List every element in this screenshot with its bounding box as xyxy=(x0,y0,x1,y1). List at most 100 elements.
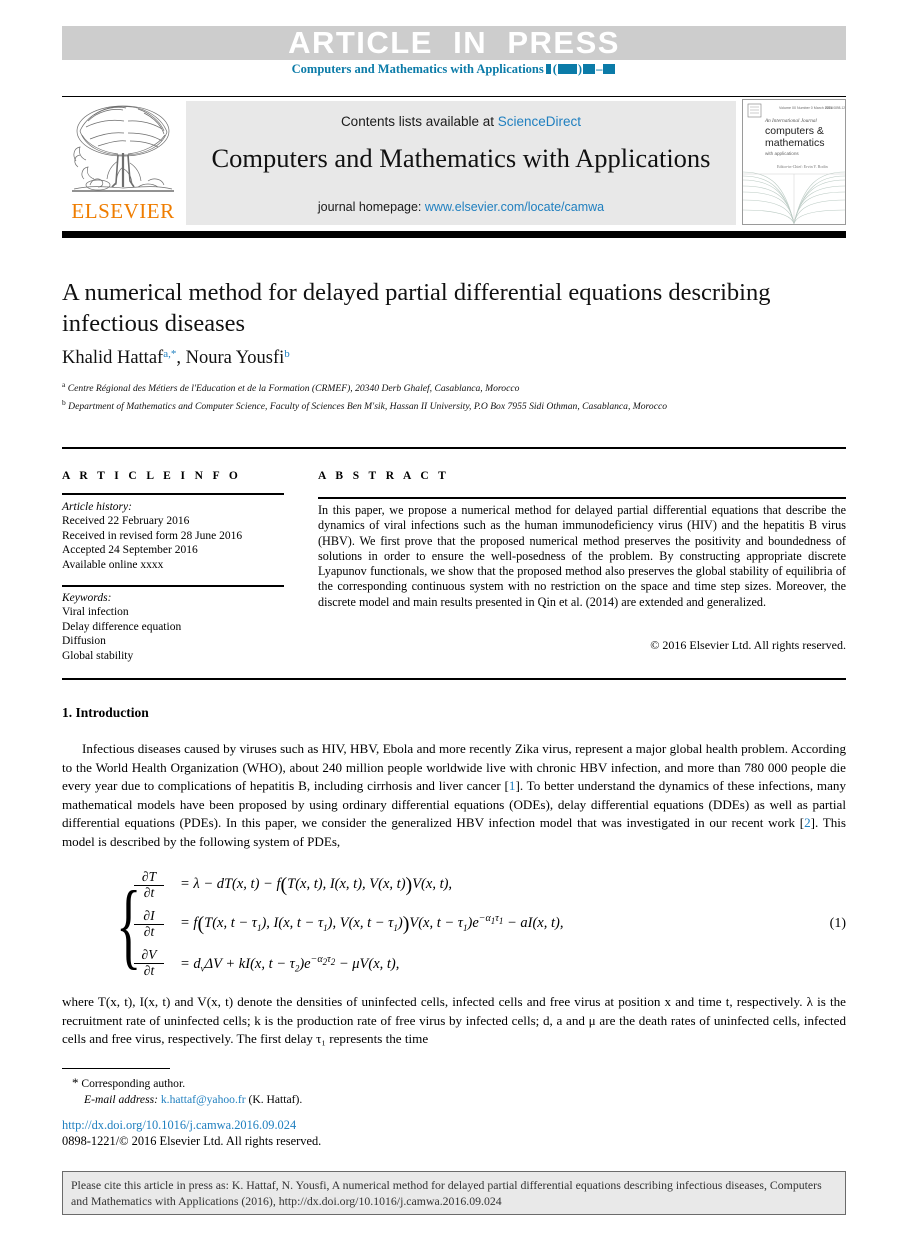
email-line: E-mail address: k.hattaf@yahoo.fr (K. Ha… xyxy=(72,1092,572,1108)
journal-cover-artwork: Volume 00 Number 0 March 2016 ISSN 0898-… xyxy=(743,100,845,224)
equation-row-2: ∂I ∂t = f(T(x, t − τ1), I(x, t − τ1), V(… xyxy=(134,905,834,944)
eq2-pre: = f xyxy=(180,915,198,931)
cite-this-article-box: Please cite this article in press as: K.… xyxy=(62,1171,846,1215)
affiliation-a: a Centre Régional des Métiers de l'Educa… xyxy=(62,378,802,396)
running-journal-reference: Computers and Mathematics with Applicati… xyxy=(62,62,846,77)
equation-1-block: { ∂T ∂t = λ − dT(x, t) − f(T(x, t), I(x,… xyxy=(62,866,846,984)
running-journal-title: Computers and Mathematics with Applicati… xyxy=(291,62,544,76)
section-heading-introduction: 1. Introduction xyxy=(62,705,149,720)
affiliation-a-text: Centre Régional des Métiers de l'Educati… xyxy=(67,383,520,395)
email-owner: (K. Hattaf). xyxy=(248,1092,303,1106)
svg-text:computers &: computers & xyxy=(765,125,824,137)
keyword-item: Delay difference equation xyxy=(62,620,182,633)
doi-link[interactable]: http://dx.doi.org/10.1016/j.camwa.2016.0… xyxy=(62,1118,296,1133)
abstract-copyright: © 2016 Elsevier Ltd. All rights reserved… xyxy=(650,638,846,652)
svg-text:ISSN 0898-1221: ISSN 0898-1221 xyxy=(825,106,845,110)
author-1-affiliation-mark[interactable]: a,* xyxy=(163,348,176,360)
journal-homepage-line: journal homepage: www.elsevier.com/locat… xyxy=(186,200,736,214)
masthead-top-rule xyxy=(62,96,846,97)
author-2-name: Noura Yousfi xyxy=(185,348,285,368)
equation-row-2-rhs: = f(T(x, t − τ1), I(x, t − τ1), V(x, t −… xyxy=(180,913,563,936)
journal-homepage-link[interactable]: www.elsevier.com/locate/camwa xyxy=(425,200,604,214)
article-info-heading: A R T I C L E I N F O xyxy=(62,470,242,482)
keywords-label: Keywords: xyxy=(62,592,112,604)
corresponding-author-text: Corresponding author. xyxy=(81,1077,186,1090)
equation-row-1: ∂T ∂t = λ − dT(x, t) − f(T(x, t), I(x, t… xyxy=(134,866,834,905)
introduction-paragraph-2: where T(x, t), I(x, t) and V(x, t) denot… xyxy=(62,994,846,1046)
elsevier-tree-icon xyxy=(72,105,174,192)
redacted-issue-block xyxy=(557,64,577,74)
equation-row-3: ∂V ∂t = dvΔV + kI(x, t − τ2)e−α2τ2 − μV(… xyxy=(134,944,834,983)
equation-rows: ∂T ∂t = λ − dT(x, t) − f(T(x, t), I(x, t… xyxy=(134,866,834,983)
abstract-heading: A B S T R A C T xyxy=(318,470,450,482)
author-separator: , xyxy=(176,348,186,368)
elsevier-wordmark: ELSEVIER xyxy=(71,199,175,223)
journal-cover-thumbnail: Volume 00 Number 0 March 2016 ISSN 0898-… xyxy=(742,99,846,225)
journal-title: Computers and Mathematics with Applicati… xyxy=(211,143,711,173)
svg-text:An International Journal: An International Journal xyxy=(764,118,817,124)
keywords-rule xyxy=(62,585,284,587)
abstract-divider-rule xyxy=(62,678,846,680)
footnote-corresponding-author: * Corresponding author. E-mail address: … xyxy=(72,1075,572,1107)
paren-close: ) xyxy=(577,62,583,76)
authors-divider-rule xyxy=(62,447,846,449)
equation-row-3-denominator: ∂t xyxy=(134,963,164,979)
paren-open: ( xyxy=(552,62,557,76)
svg-text:with applications: with applications xyxy=(765,151,799,156)
abstract-rule xyxy=(318,497,846,499)
affiliation-b: b Department of Mathematics and Computer… xyxy=(62,396,802,414)
email-link[interactable]: k.hattaf@yahoo.fr xyxy=(161,1093,246,1106)
author-1-name: Khalid Hattaf xyxy=(62,348,164,368)
equation-row-2-denominator: ∂t xyxy=(134,924,164,940)
homepage-prefix: journal homepage: xyxy=(317,200,425,214)
author-list: Khalid Hattafa,*, Noura Yousfib xyxy=(62,348,802,369)
footnote-separator-rule xyxy=(62,1068,170,1069)
equation-row-1-rhs: = λ − dT(x, t) − f(T(x, t), I(x, t), V(x… xyxy=(180,874,452,897)
affiliation-b-text: Department of Mathematics and Computer S… xyxy=(68,400,668,412)
eq1-post: V(x, t), xyxy=(412,876,453,892)
equation-row-2-numerator: ∂I xyxy=(143,908,155,924)
page-title: A numerical method for delayed partial d… xyxy=(62,279,771,337)
equation-row-1-denominator: ∂t xyxy=(134,885,164,901)
asterisk-icon: * xyxy=(72,1075,79,1090)
author-2-affiliation-mark[interactable]: b xyxy=(284,348,290,360)
corresponding-author-line: * Corresponding author. xyxy=(72,1075,572,1092)
equation-number: (1) xyxy=(829,916,846,931)
redacted-page-start-block xyxy=(583,64,596,74)
partial-derivative-T: ∂T ∂t xyxy=(134,870,164,900)
contents-list-line: Contents lists available at ScienceDirec… xyxy=(186,114,736,129)
article-history-item: Accepted 24 September 2016 xyxy=(62,544,198,557)
redacted-volume-block xyxy=(545,64,551,74)
issn-copyright-line: 0898-1221/© 2016 Elsevier Ltd. All right… xyxy=(62,1134,322,1148)
article-history-label: Article history: xyxy=(62,501,132,513)
masthead-center-panel: Contents lists available at ScienceDirec… xyxy=(186,101,736,225)
svg-text:Editor-in-Chief: Ervin Y. Rod: Editor-in-Chief: Ervin Y. Rodin xyxy=(777,164,828,169)
keyword-item: Diffusion xyxy=(62,635,106,648)
eq1-inner: T(x, t), I(x, t), V(x, t) xyxy=(287,876,406,892)
elsevier-logo: ELSEVIER xyxy=(62,99,184,227)
article-in-press-label: ARTICLE IN PRESS xyxy=(288,25,620,60)
equation-row-3-numerator: ∂V xyxy=(141,947,157,963)
contents-prefix: Contents lists available at xyxy=(340,114,498,129)
eq2-inner: T(x, t − τ1), I(x, t − τ1), V(x, t − τ1) xyxy=(204,915,403,933)
email-label: E-mail address: xyxy=(84,1092,158,1106)
partial-derivative-V: ∂V ∂t xyxy=(134,948,164,978)
affiliation-a-mark: a xyxy=(62,380,66,389)
abstract-text: In this paper, we propose a numerical me… xyxy=(318,503,846,609)
paper-page: ARTICLE IN PRESS Computers and Mathemati… xyxy=(0,0,907,1238)
article-in-press-banner: ARTICLE IN PRESS xyxy=(62,26,846,60)
introduction-paragraph-1: Infectious diseases caused by viruses su… xyxy=(62,740,846,851)
eq1-pre: = λ − dT(x, t) − f xyxy=(180,876,281,892)
equation-row-1-numerator: ∂T xyxy=(141,869,157,885)
article-history-item: Received in revised form 28 June 2016 xyxy=(62,529,243,542)
masthead-bottom-rule xyxy=(62,231,846,238)
article-history-item: Received 22 February 2016 xyxy=(62,515,190,528)
eq2-post: V(x, t − τ1)e−α1τ1 − aI(x, t), xyxy=(409,913,564,933)
affiliation-b-mark: b xyxy=(62,397,66,407)
journal-masthead: ELSEVIER Contents lists available at Sci… xyxy=(62,99,846,227)
sciencedirect-link[interactable]: ScienceDirect xyxy=(498,114,581,129)
article-history-item: Available online xxxx xyxy=(62,558,164,571)
keyword-item: Viral infection xyxy=(62,606,129,619)
partial-derivative-I: ∂I ∂t xyxy=(134,909,164,939)
page-range-dash: – xyxy=(596,62,603,76)
